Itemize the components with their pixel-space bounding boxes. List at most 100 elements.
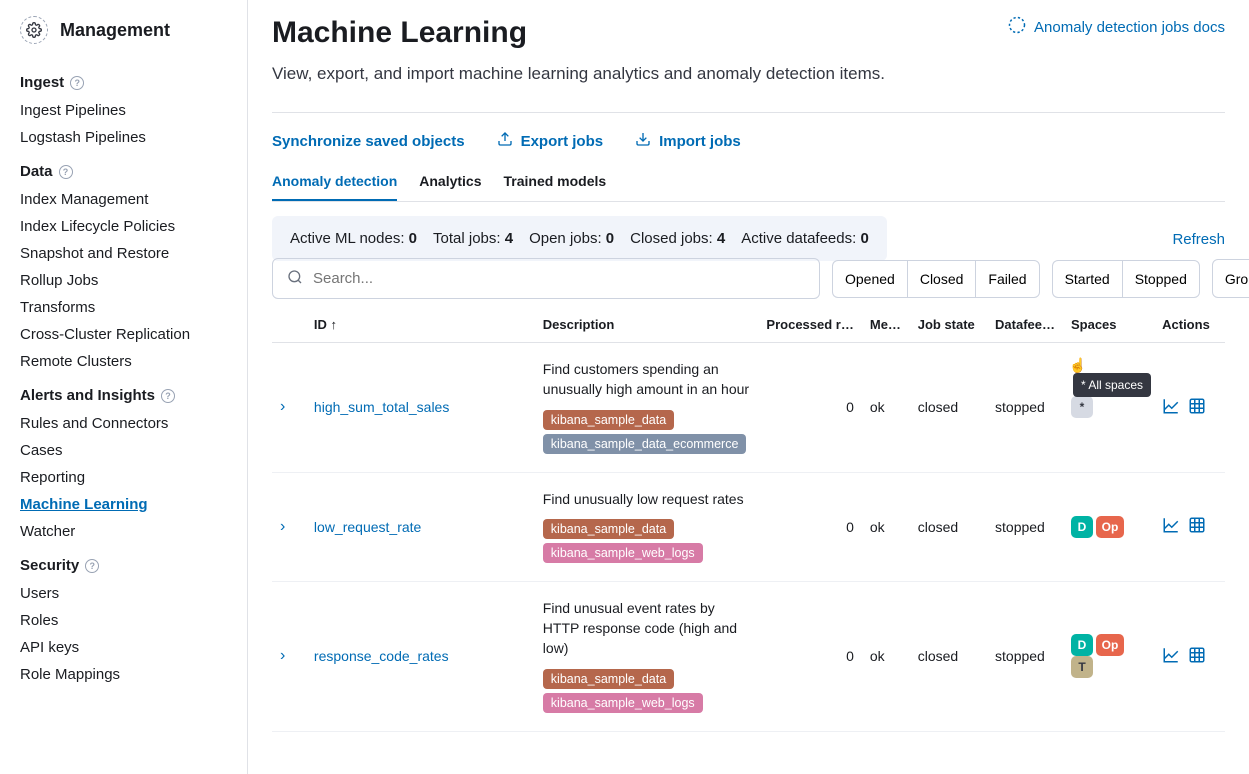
space-badge-Op[interactable]: Op <box>1096 516 1124 538</box>
filter-closed[interactable]: Closed <box>907 260 976 298</box>
filter-started[interactable]: Started <box>1052 260 1122 298</box>
column-header-job-state[interactable]: Job state <box>910 307 987 343</box>
group-label: Group <box>1225 271 1249 287</box>
tab-analytics[interactable]: Analytics <box>419 169 481 201</box>
job-id-link[interactable]: low_request_rate <box>314 519 421 535</box>
sidebar-item-users[interactable]: Users <box>0 580 247 607</box>
sidebar-item-index-management[interactable]: Index Management <box>0 186 247 213</box>
help-icon <box>1008 16 1026 38</box>
export-label: Export jobs <box>521 133 604 150</box>
sync-saved-objects-link[interactable]: Synchronize saved objects <box>272 131 465 151</box>
nav-section-ingest: Ingest? <box>0 62 247 97</box>
divider <box>272 112 1225 113</box>
upload-icon <box>497 131 513 151</box>
cursor-hand-icon: ☝ <box>1069 357 1086 374</box>
cell-spaces: DOpT <box>1063 581 1154 731</box>
job-description: Find unusual event rates by HTTP respons… <box>543 598 751 659</box>
grid-icon[interactable] <box>1188 516 1206 537</box>
stat-active-datafeeds-: Active datafeeds: 0 <box>741 230 869 247</box>
sidebar-item-transforms[interactable]: Transforms <box>0 294 247 321</box>
space-badge-T[interactable]: T <box>1071 656 1093 678</box>
sidebar-item-remote-clusters[interactable]: Remote Clusters <box>0 348 247 375</box>
sidebar-item-reporting[interactable]: Reporting <box>0 464 247 491</box>
cell-spaces: ** All spaces☝ <box>1063 343 1154 473</box>
sidebar-item-snapshot-and-restore[interactable]: Snapshot and Restore <box>0 240 247 267</box>
cell-memory: ok <box>862 472 910 581</box>
space-badge-D[interactable]: D <box>1071 634 1093 656</box>
page-title: Machine Learning <box>272 16 527 50</box>
tag-kibana_sample_web_logs: kibana_sample_web_logs <box>543 543 703 563</box>
filter-group-datafeed: StartedStopped <box>1052 260 1200 298</box>
cell-job_state: closed <box>910 472 987 581</box>
docs-link[interactable]: Anomaly detection jobs docs <box>1008 16 1225 38</box>
stats-bar: Active ML nodes: 0Total jobs: 4Open jobs… <box>272 216 887 261</box>
column-header-datafee-[interactable]: Datafee… <box>987 307 1063 343</box>
sidebar-item-ingest-pipelines[interactable]: Ingest Pipelines <box>0 97 247 124</box>
sidebar-item-watcher[interactable]: Watcher <box>0 518 247 545</box>
export-jobs-link[interactable]: Export jobs <box>497 131 604 151</box>
sidebar-item-roles[interactable]: Roles <box>0 607 247 634</box>
sidebar-item-role-mappings[interactable]: Role Mappings <box>0 661 247 688</box>
controls-row: OpenedClosedFailed StartedStopped Group … <box>272 258 1225 299</box>
column-header-description[interactable]: Description <box>535 307 759 343</box>
nav-section-security: Security? <box>0 545 247 580</box>
tag-kibana_sample_data_ecommerce: kibana_sample_data_ecommerce <box>543 434 747 454</box>
filter-failed[interactable]: Failed <box>975 260 1039 298</box>
column-header-spaces[interactable]: Spaces <box>1063 307 1154 343</box>
search-input[interactable] <box>313 270 805 287</box>
column-header-id[interactable]: ID <box>306 307 535 343</box>
expand-row-icon[interactable]: › <box>280 398 285 415</box>
cell-job_state: closed <box>910 581 987 731</box>
job-description: Find customers spending an unusually hig… <box>543 359 751 400</box>
cell-spaces: DOp <box>1063 472 1154 581</box>
filter-stopped[interactable]: Stopped <box>1122 260 1200 298</box>
docs-link-label: Anomaly detection jobs docs <box>1034 19 1225 36</box>
sidebar-item-machine-learning[interactable]: Machine Learning <box>0 491 247 518</box>
help-icon: ? <box>161 389 175 403</box>
tag-kibana_sample_data: kibana_sample_data <box>543 669 674 689</box>
chart-icon[interactable] <box>1162 646 1180 667</box>
space-badge-D[interactable]: D <box>1071 516 1093 538</box>
page-description: View, export, and import machine learnin… <box>272 64 892 84</box>
refresh-link[interactable]: Refresh <box>1172 231 1225 248</box>
sidebar-item-rollup-jobs[interactable]: Rollup Jobs <box>0 267 247 294</box>
import-label: Import jobs <box>659 133 741 150</box>
sidebar-item-logstash-pipelines[interactable]: Logstash Pipelines <box>0 124 247 151</box>
tab-anomaly-detection[interactable]: Anomaly detection <box>272 169 397 201</box>
column-header-me-[interactable]: Me… <box>862 307 910 343</box>
search-input-wrapper[interactable] <box>272 258 820 299</box>
column-header-processed-r-[interactable]: Processed r… <box>758 307 861 343</box>
grid-icon[interactable] <box>1188 646 1206 667</box>
help-icon: ? <box>85 559 99 573</box>
gear-icon <box>20 16 48 44</box>
table-row: › response_code_rates Find unusual event r… <box>272 581 1225 731</box>
filter-opened[interactable]: Opened <box>832 260 907 298</box>
sidebar: Management Ingest?Ingest PipelinesLogsta… <box>0 0 248 774</box>
sidebar-item-index-lifecycle-policies[interactable]: Index Lifecycle Policies <box>0 213 247 240</box>
job-id-link[interactable]: high_sum_total_sales <box>314 399 449 415</box>
tab-trained-models[interactable]: Trained models <box>504 169 607 201</box>
space-badge-Op[interactable]: Op <box>1096 634 1124 656</box>
sidebar-item-api-keys[interactable]: API keys <box>0 634 247 661</box>
action-links: Synchronize saved objects Export jobs Im… <box>272 131 1225 151</box>
job-description: Find unusually low request rates <box>543 489 751 509</box>
sidebar-header: Management <box>0 16 247 62</box>
grid-icon[interactable] <box>1188 397 1206 418</box>
expand-row-icon[interactable]: › <box>280 647 285 664</box>
sidebar-item-cross-cluster-replication[interactable]: Cross-Cluster Replication <box>0 321 247 348</box>
space-badge-*[interactable]: * <box>1071 396 1093 418</box>
search-icon <box>287 269 303 288</box>
chart-icon[interactable] <box>1162 516 1180 537</box>
job-id-link[interactable]: response_code_rates <box>314 648 449 664</box>
chart-icon[interactable] <box>1162 397 1180 418</box>
nav-section-data: Data? <box>0 151 247 186</box>
table-row: › low_request_rate Find unusually low requ… <box>272 472 1225 581</box>
sidebar-item-cases[interactable]: Cases <box>0 437 247 464</box>
sidebar-item-rules-and-connectors[interactable]: Rules and Connectors <box>0 410 247 437</box>
group-dropdown[interactable]: Group ▾ <box>1212 259 1249 298</box>
cell-job_state: closed <box>910 343 987 473</box>
column-header-actions[interactable]: Actions <box>1154 307 1225 343</box>
import-jobs-link[interactable]: Import jobs <box>635 131 741 151</box>
expand-row-icon[interactable]: › <box>280 518 285 535</box>
tag-kibana_sample_data: kibana_sample_data <box>543 410 674 430</box>
